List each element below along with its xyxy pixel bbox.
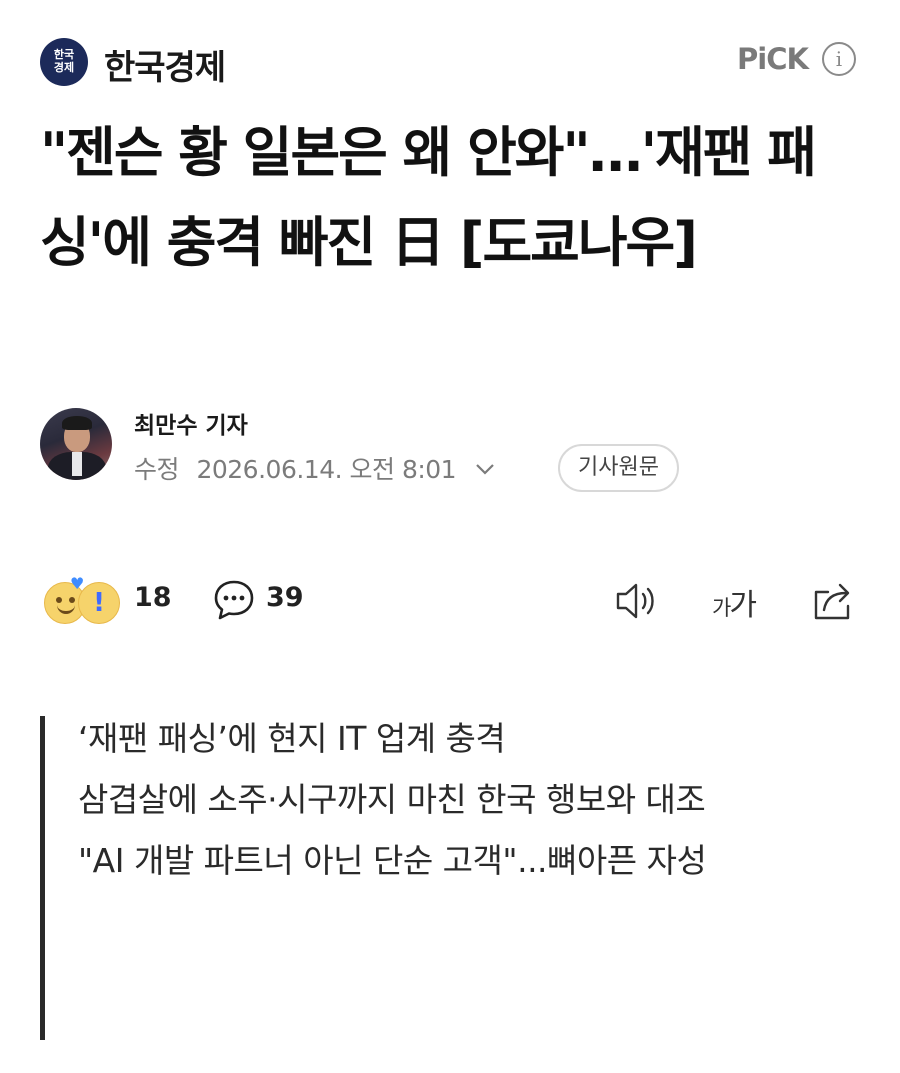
article-summary: ‘재팬 패싱’에 현지 IT 업계 충격 삼겹살에 소주·시구까지 마친 한국 … <box>40 716 860 1040</box>
reporter-name[interactable]: 최만수 기자 <box>134 406 248 440</box>
article-date[interactable]: 수정 2026.06.14. 오전 8:01 <box>134 450 496 486</box>
original-article-button[interactable]: 기사원문 <box>558 444 679 492</box>
article-headline: "젠슨 황 일본은 왜 안와"…'재팬 패싱'에 충격 빠진 日 [도쿄나우] <box>40 121 817 274</box>
comment-count[interactable]: 39 <box>266 582 304 613</box>
text-to-speech-icon[interactable] <box>614 580 660 622</box>
summary-line: "AI 개발 파트너 아닌 단순 고객"...뼈아픈 자성 <box>78 841 707 880</box>
reaction-emoji-icon[interactable]: ♥ ! <box>44 576 120 624</box>
summary-line: ‘재팬 패싱’에 현지 IT 업계 충격 <box>78 719 506 758</box>
info-icon[interactable]: i <box>822 42 856 76</box>
pick-badge: PiCK <box>737 42 809 76</box>
font-size-icon[interactable]: 가가 <box>712 580 757 624</box>
share-icon[interactable] <box>810 578 856 622</box>
press-name[interactable]: 한국경제 <box>104 40 226 89</box>
comment-icon[interactable] <box>212 578 256 622</box>
press-header: 한국 경제 한국경제 PiCK i <box>40 38 860 88</box>
modified-label: 수정 <box>134 455 180 484</box>
reporter-avatar[interactable] <box>40 408 112 480</box>
byline: 최만수 기자 수정 2026.06.14. 오전 8:01 기사원문 <box>40 406 860 496</box>
reaction-count[interactable]: 18 <box>134 582 172 613</box>
modified-timestamp: 2026.06.14. 오전 8:01 <box>196 455 457 484</box>
article-toolbar: ♥ ! 18 39 가가 <box>40 576 860 626</box>
summary-line: 삼겹살에 소주·시구까지 마친 한국 행보와 대조 <box>78 780 706 819</box>
chevron-down-icon[interactable] <box>474 460 496 481</box>
press-logo[interactable]: 한국 경제 <box>40 38 88 86</box>
